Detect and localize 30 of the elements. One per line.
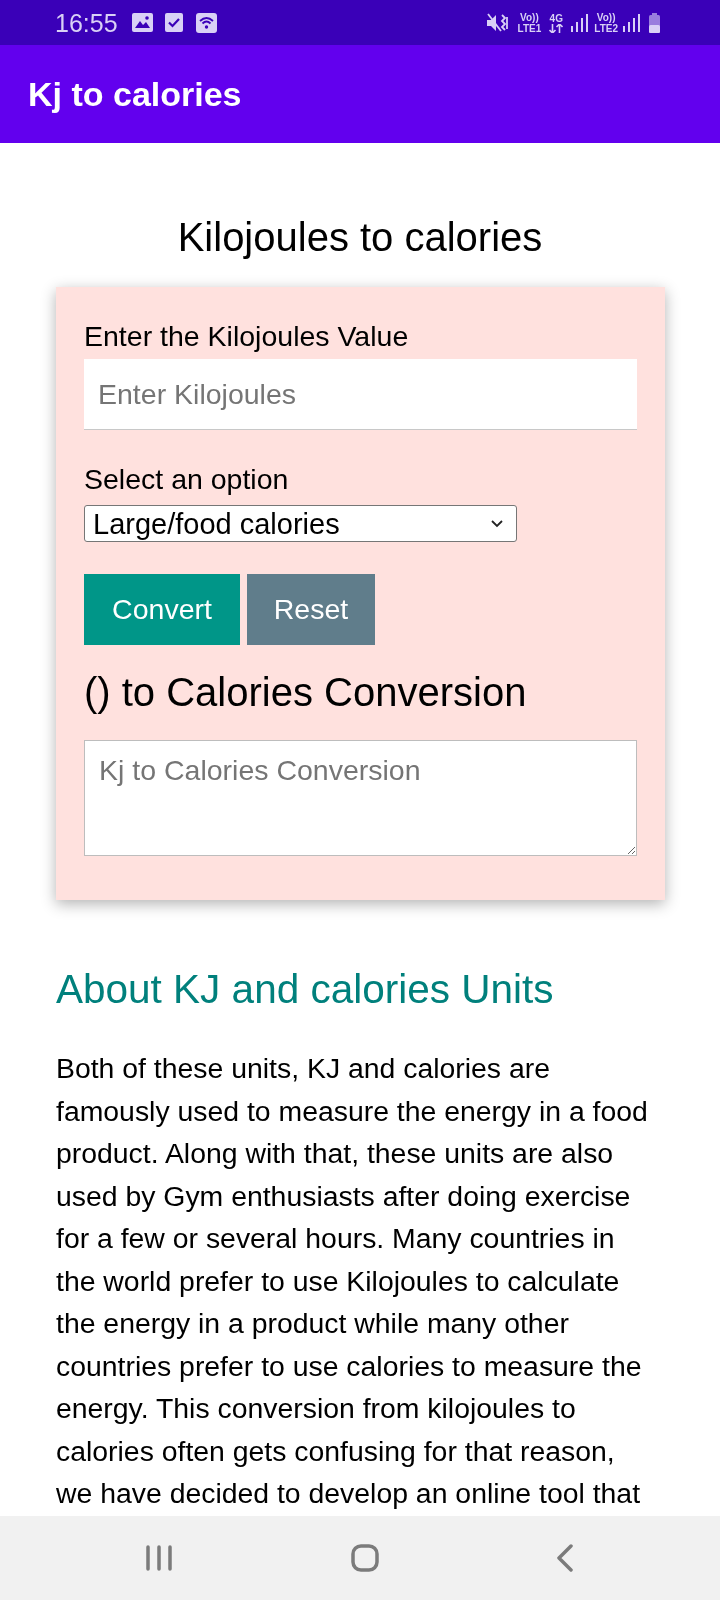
- app-title: Kj to calories: [28, 74, 242, 115]
- volte-label: Vo)): [520, 11, 539, 23]
- about-paragraph: Both of these units, KJ and calories are famously used to measure the energy in a food product. Along with that, these units are also used by Gym enthusiasts after doing exercise for a few or several hours. Many countries in the world prefer to use Kilojoules to calculate the energy in a product while many other countries prefer to use calories to measure the energy. This conversion from kilojoules to calories often gets confusing for that reason, we have decided to develop an online tool that: [56, 1051, 649, 1511]
- signal-icon: [623, 13, 640, 32]
- reset-button[interactable]: Reset: [247, 574, 375, 645]
- result-textarea[interactable]: Kj to Calories Conversion: [84, 740, 637, 856]
- convert-button[interactable]: Convert: [84, 574, 240, 645]
- wifi-icon: [195, 12, 217, 33]
- about-heading: About KJ and calories Units: [56, 966, 554, 1012]
- chevron-down-icon: [491, 519, 503, 528]
- option-select[interactable]: Large/food calories: [84, 505, 517, 542]
- back-icon[interactable]: [557, 1544, 573, 1572]
- network-label: LTE1: [517, 22, 542, 34]
- page-title: Kilojoules to calories: [176, 214, 544, 260]
- result-heading: () to Calories Conversion: [84, 669, 527, 715]
- volte-label: Vo)): [596, 11, 616, 23]
- kilojoules-input[interactable]: Enter Kilojoules: [84, 359, 637, 430]
- battery-icon: [649, 12, 660, 33]
- image-icon: [131, 13, 153, 32]
- vibrate-mute-icon: [485, 12, 510, 33]
- recent-apps-icon[interactable]: [146, 1545, 172, 1571]
- home-icon[interactable]: [350, 1544, 379, 1572]
- time-text: 16:55: [55, 7, 118, 38]
- signal-icon: [571, 13, 589, 32]
- select-label: Select an option: [84, 463, 289, 495]
- data-arrows-icon: [549, 23, 564, 33]
- input-label: Enter the Kilojoules Value: [84, 320, 409, 352]
- data-type-label: 4G: [549, 12, 563, 24]
- network-label: LTE2: [594, 22, 618, 34]
- check-square-icon: [164, 13, 183, 32]
